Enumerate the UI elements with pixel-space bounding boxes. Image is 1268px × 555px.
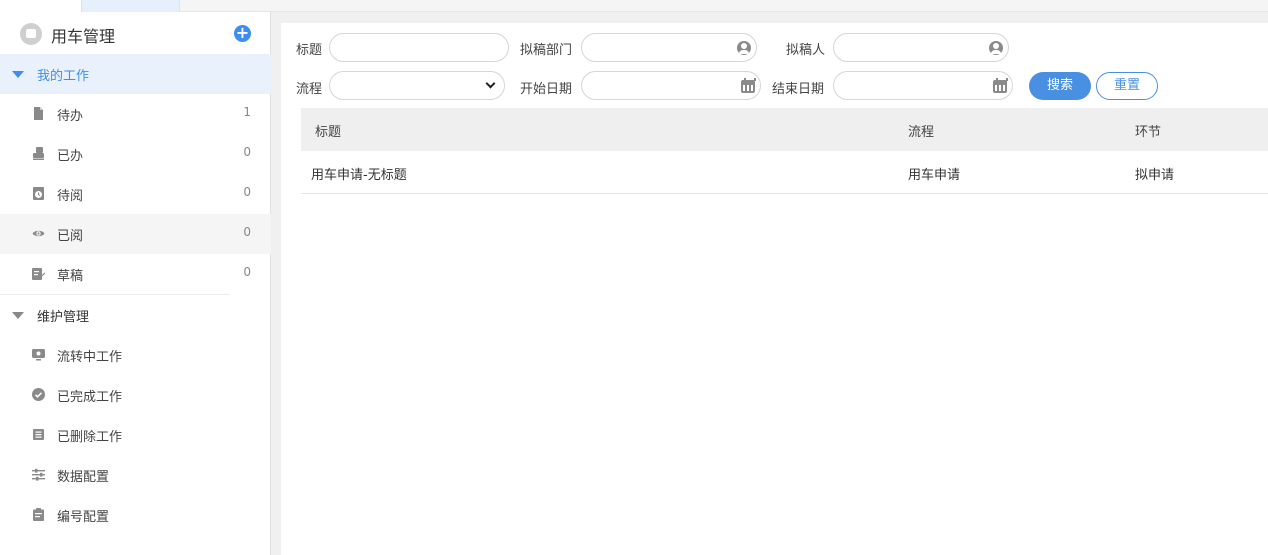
edit-icon (32, 268, 45, 280)
caret-down-icon (12, 312, 24, 319)
sidebar-item-label: 编号配置 (57, 510, 110, 525)
cell-title[interactable]: 用车申请-无标题 (311, 164, 407, 183)
flow-select[interactable] (329, 71, 505, 100)
sidebar-header: 用车管理 + (0, 12, 271, 54)
sidebar-item-label: 已阅 (57, 229, 84, 244)
flow-label: 流程 (296, 82, 323, 97)
caret-down-icon (12, 71, 24, 78)
eye-icon (32, 230, 45, 237)
sidebar-item-label: 已完成工作 (57, 390, 123, 405)
cell-step: 拟申请 (1135, 168, 1175, 183)
person-icon[interactable] (737, 41, 751, 55)
search-button[interactable]: 搜索 (1029, 72, 1091, 100)
sidebar-item-label: 待阅 (57, 189, 84, 204)
sidebar-item-todo[interactable]: 待办 1 (0, 94, 271, 134)
add-button[interactable]: + (234, 25, 251, 42)
tab-current[interactable] (82, 0, 180, 12)
tab-previous[interactable] (0, 0, 82, 12)
title-label: 标题 (296, 43, 323, 58)
title-input[interactable] (329, 33, 509, 62)
item-count: 0 (243, 265, 251, 279)
sidebar-item-label: 已办 (57, 149, 84, 164)
end-date-label: 结束日期 (772, 82, 825, 97)
sidebar-item-to-read[interactable]: 待阅 0 (0, 174, 271, 214)
group-label: 维护管理 (37, 310, 90, 325)
sidebar-item-in-progress[interactable]: 流转中工作 (0, 335, 271, 375)
sidebar-item-read[interactable]: 已阅 0 (0, 214, 271, 254)
monitor-icon (32, 349, 45, 361)
group-label: 我的工作 (37, 69, 90, 84)
sidebar-item-label: 流转中工作 (57, 350, 123, 365)
sidebar-item-label: 待办 (57, 109, 84, 124)
table-row[interactable]: 用车申请-无标题 用车申请 拟申请 (301, 151, 1268, 194)
group-my-work[interactable]: 我的工作 (0, 54, 271, 94)
sidebar-item-number-config[interactable]: 编号配置 (0, 495, 271, 535)
sidebar-item-label: 草稿 (57, 269, 84, 284)
column-header-flow[interactable]: 流程 (908, 121, 934, 140)
drafter-label: 拟稿人 (786, 43, 826, 58)
table-header: 标题 流程 环节 (301, 108, 1268, 151)
sidebar-item-label: 已删除工作 (57, 430, 123, 445)
sidebar-item-drafts[interactable]: 草稿 0 (0, 254, 271, 294)
sidebar-item-label: 数据配置 (57, 470, 110, 485)
calendar-icon[interactable] (993, 78, 1008, 93)
sidebar-item-data-config[interactable]: 数据配置 (0, 455, 271, 495)
results-table: 标题 流程 环节 用车申请-无标题 用车申请 拟申请 (301, 108, 1268, 194)
dept-label: 拟稿部门 (520, 43, 573, 58)
sidebar-item-completed[interactable]: 已完成工作 (0, 375, 271, 415)
start-date-label: 开始日期 (520, 82, 573, 97)
cell-flow: 用车申请 (908, 168, 961, 183)
sliders-icon (32, 468, 45, 481)
sidebar: 用车管理 + 我的工作 待办 1 已办 0 待阅 0 已阅 0 草稿 0 维护管… (0, 12, 271, 555)
item-count: 0 (243, 185, 251, 199)
chevron-down-icon (485, 78, 496, 89)
sidebar-item-deleted[interactable]: 已删除工作 (0, 415, 271, 455)
reset-button[interactable]: 重置 (1096, 72, 1158, 100)
person-icon[interactable] (989, 41, 1003, 55)
stamp-icon (33, 147, 44, 160)
file-icon (34, 107, 43, 120)
start-date-input[interactable] (581, 71, 761, 100)
clock-icon (33, 187, 44, 200)
item-count: 1 (243, 105, 251, 119)
item-count: 0 (243, 145, 251, 159)
drafter-input[interactable] (833, 33, 1009, 62)
clipboard-icon (33, 508, 44, 521)
trash-icon (33, 429, 44, 440)
column-header-title[interactable]: 标题 (315, 121, 341, 140)
top-tab-strip (0, 0, 1268, 12)
main-panel: 标题 拟稿部门 拟稿人 流程 开始日期 结束日期 搜索 重置 标题 流程 环节 … (281, 23, 1268, 555)
group-maintenance[interactable]: 维护管理 (0, 295, 271, 335)
app-logo-icon (20, 23, 42, 45)
column-header-step[interactable]: 环节 (1135, 121, 1161, 140)
app-title: 用车管理 (51, 27, 116, 46)
end-date-input[interactable] (833, 71, 1013, 100)
sidebar-item-done[interactable]: 已办 0 (0, 134, 271, 174)
calendar-icon[interactable] (741, 78, 756, 93)
item-count: 0 (243, 225, 251, 239)
dept-input[interactable] (581, 33, 757, 62)
check-circle-icon (32, 388, 45, 401)
